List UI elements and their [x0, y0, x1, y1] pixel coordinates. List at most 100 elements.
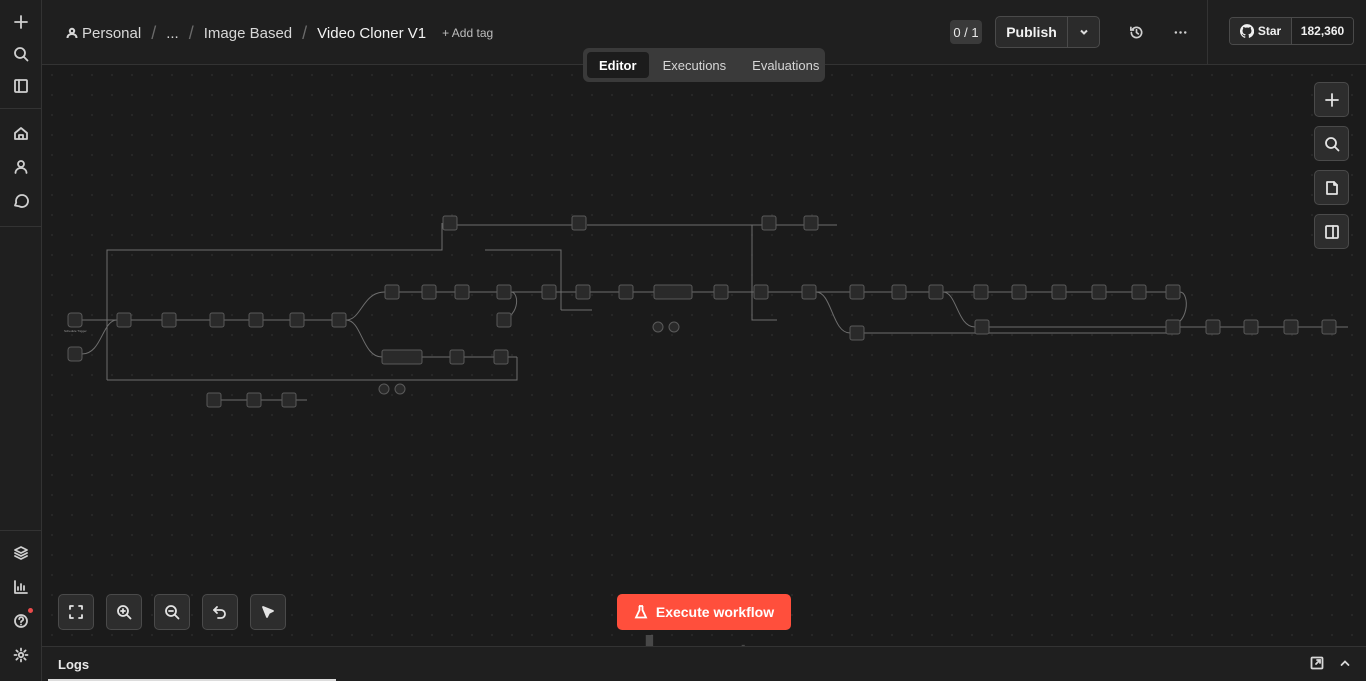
user-icon[interactable] [8, 154, 34, 180]
chat-icon[interactable] [8, 188, 34, 214]
node-parser-2[interactable] [394, 383, 406, 395]
node-switch-3[interactable] [575, 284, 591, 300]
node-generate[interactable] [801, 284, 817, 300]
node-agent[interactable] [653, 284, 693, 300]
settings-icon[interactable] [8, 642, 34, 668]
fit-view-icon[interactable] [58, 594, 94, 630]
node-compose[interactable] [1205, 319, 1221, 335]
rail-divider [0, 530, 42, 531]
node-parser[interactable] [668, 321, 680, 333]
node-filter-2[interactable] [1011, 284, 1027, 300]
tab-executions[interactable]: Executions [651, 52, 739, 78]
node-download[interactable] [1131, 284, 1147, 300]
breadcrumb-ellipsis[interactable]: ... [166, 25, 179, 42]
node-model[interactable] [652, 321, 664, 333]
chevron-down-icon [1079, 29, 1088, 35]
connection-lines [81, 223, 1348, 401]
node-switch-2[interactable] [454, 284, 470, 300]
node-extra-2[interactable] [246, 392, 262, 408]
node-write-file[interactable] [1165, 284, 1181, 300]
node-search[interactable] [973, 284, 989, 300]
node-code-2[interactable] [618, 284, 634, 300]
breadcrumb-folder[interactable]: Image Based [204, 25, 292, 42]
node-sheet-1[interactable] [449, 349, 465, 365]
node-switch[interactable] [331, 312, 347, 328]
node-extra-3[interactable] [281, 392, 297, 408]
node-transcribe[interactable] [421, 284, 437, 300]
node-wait-2[interactable] [571, 215, 587, 231]
breadcrumb-separator: / [302, 22, 308, 43]
panel-toggle-icon[interactable] [1314, 214, 1349, 249]
rail-divider [0, 108, 42, 109]
publish-button[interactable]: Publish [996, 17, 1068, 47]
node-model-2[interactable] [378, 383, 390, 395]
node-schedule-trigger-2[interactable] [67, 346, 83, 362]
node-upload[interactable] [849, 284, 865, 300]
node-update-row[interactable] [1321, 319, 1337, 335]
sticky-note-icon[interactable] [1314, 170, 1349, 205]
github-icon [1239, 24, 1254, 38]
workflow-nodes[interactable]: Schedule Trigger [64, 215, 1337, 408]
tab-editor[interactable]: Editor [587, 52, 649, 78]
github-star-button[interactable]: Star [1230, 18, 1292, 44]
node-code-3[interactable] [713, 284, 729, 300]
node-switch-4[interactable] [753, 284, 769, 300]
zoom-in-icon[interactable] [106, 594, 142, 630]
node-merge[interactable] [1165, 319, 1181, 335]
node-youtube[interactable] [209, 312, 225, 328]
templates-icon[interactable] [8, 540, 34, 566]
insights-icon[interactable] [8, 574, 34, 600]
node-http-2[interactable] [496, 312, 512, 328]
add-tag-button[interactable]: + Add tag [442, 26, 493, 40]
sidebar-toggle-icon[interactable] [8, 73, 34, 99]
node-get-video-2[interactable] [1091, 284, 1107, 300]
node-upload-video[interactable] [1283, 319, 1299, 335]
add-node-icon[interactable] [1314, 82, 1349, 117]
node-stop[interactable] [803, 215, 819, 231]
zoom-out-icon[interactable] [154, 594, 190, 630]
node-code-5[interactable] [1051, 284, 1067, 300]
history-icon[interactable] [1126, 22, 1146, 42]
logs-panel[interactable]: Logs [42, 646, 1366, 681]
node-schedule-trigger[interactable] [67, 312, 83, 328]
node-analyze[interactable] [541, 284, 557, 300]
node-wait-1[interactable] [442, 215, 458, 231]
execute-workflow-button[interactable]: Execute workflow [617, 594, 791, 630]
node-read-file[interactable] [1243, 319, 1259, 335]
node-get-row[interactable] [116, 312, 132, 328]
github-star-count: 182,360 [1292, 18, 1353, 44]
popout-icon[interactable] [1310, 656, 1326, 672]
search-nodes-icon[interactable] [1314, 126, 1349, 161]
publish-dropdown[interactable] [1068, 17, 1099, 47]
node-convert[interactable] [928, 284, 944, 300]
breadcrumb: Personal / ... / Image Based / Video Clo… [66, 22, 493, 44]
node-http-1[interactable] [496, 284, 512, 300]
workflow-graph: Schedule Trigger [64, 215, 1348, 408]
workflow-canvas[interactable]: Schedule Trigger Execute workflow [42, 65, 1366, 677]
node-write-audio[interactable] [849, 325, 865, 341]
github-star-widget[interactable]: Star 182,360 [1229, 17, 1354, 45]
node-append-row[interactable] [761, 215, 777, 231]
node-code-4[interactable] [891, 284, 907, 300]
tidy-up-icon[interactable] [250, 594, 286, 630]
more-menu-icon[interactable] [1170, 22, 1190, 42]
breadcrumb-separator: / [151, 22, 157, 43]
plus-icon[interactable] [8, 9, 34, 35]
node-workflow[interactable] [161, 312, 177, 328]
node-get-video[interactable] [384, 284, 400, 300]
node-filter[interactable] [248, 312, 264, 328]
node-agent-2[interactable] [381, 349, 423, 365]
chevron-up-icon[interactable] [1338, 656, 1354, 672]
node-code-1[interactable] [289, 312, 305, 328]
undo-icon[interactable] [202, 594, 238, 630]
search-icon[interactable] [8, 41, 34, 67]
node-write-data[interactable] [974, 319, 990, 335]
node-extra-1[interactable] [206, 392, 222, 408]
workflow-title[interactable]: Video Cloner V1 [317, 25, 426, 42]
tab-evaluations[interactable]: Evaluations [740, 52, 831, 78]
breadcrumb-separator: / [188, 22, 194, 43]
home-icon[interactable] [8, 120, 34, 146]
notification-dot [28, 608, 33, 613]
breadcrumb-owner[interactable]: Personal [82, 25, 141, 42]
node-sheet-2[interactable] [493, 349, 509, 365]
